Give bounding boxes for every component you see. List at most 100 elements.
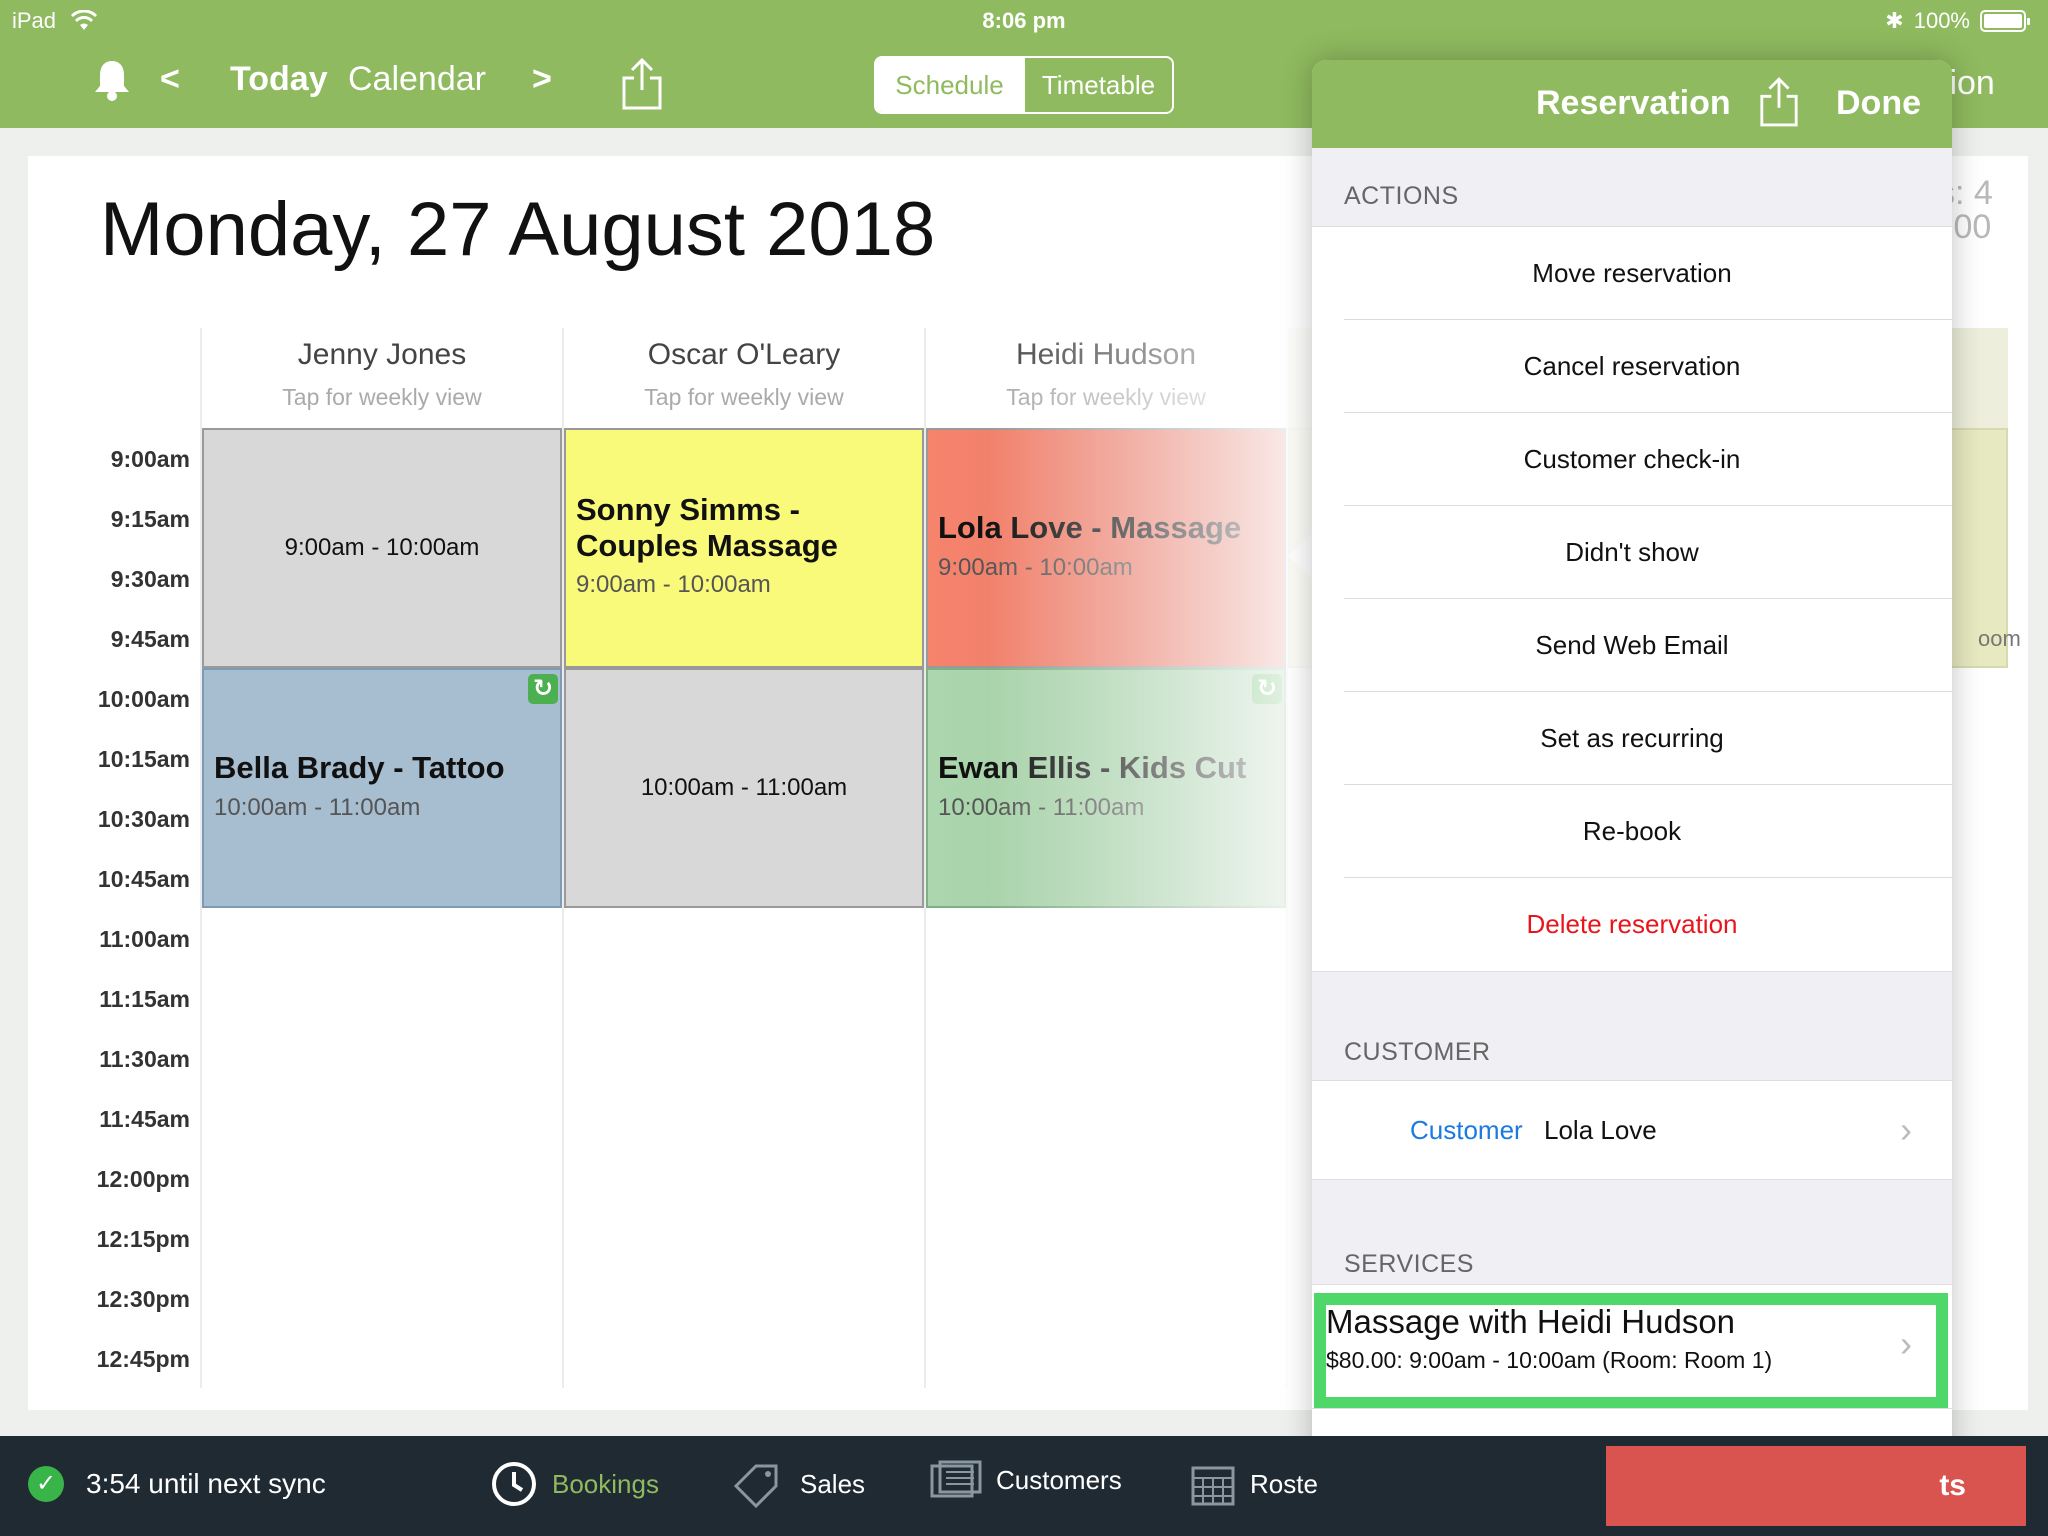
- booking-time: 10:00am - 11:00am: [640, 774, 848, 801]
- service-row[interactable]: Massage with Heidi Hudson $80.00: 9:00am…: [1312, 1284, 1952, 1409]
- staff-name: Heidi Hudson: [1015, 338, 1197, 371]
- reservation-popover: Reservation Done ACTIONS Move reservatio…: [1312, 60, 1952, 1514]
- time-label: 9:30am: [110, 566, 190, 592]
- time-label: 11:15am: [99, 986, 190, 1012]
- popover-title: Reservation: [1536, 84, 1731, 122]
- battery-icon: [1980, 10, 2030, 32]
- today-button[interactable]: Today: [230, 60, 328, 99]
- tab-roster[interactable]: Roste: [1190, 1460, 1318, 1508]
- booking-title: Sonny Simms - Couples Massage: [576, 492, 838, 563]
- time-label: 10:45am: [97, 866, 190, 892]
- tab-label: Customers: [996, 1464, 1122, 1495]
- page-title: Monday, 27 August 2018: [100, 187, 936, 272]
- time-label: 9:45am: [110, 626, 190, 652]
- tab-timetable[interactable]: Timetable: [1023, 58, 1172, 112]
- booking-block-selected[interactable]: Lola Love - Massage 9:00am - 10:00am: [926, 428, 1286, 668]
- view-segmented-control: Schedule Timetable: [874, 56, 1174, 114]
- column-header-oscar[interactable]: Oscar O'Leary Tap for weekly view: [562, 328, 924, 428]
- done-button[interactable]: Done: [1836, 84, 1921, 123]
- calendar-grid-icon: [1191, 1466, 1235, 1506]
- time-label: 12:30pm: [96, 1286, 190, 1312]
- weekly-view-hint: Tap for weekly view: [282, 384, 482, 410]
- tab-bookings[interactable]: Bookings: [490, 1460, 659, 1508]
- status-time: 8:06 pm: [982, 8, 1066, 33]
- time-label: 10:00am: [97, 686, 190, 712]
- recurring-icon: ↻: [1252, 674, 1282, 704]
- cancel-reservation-button[interactable]: Cancel reservation: [1312, 320, 1952, 413]
- service-title: Massage with Heidi Hudson: [1326, 1303, 1736, 1340]
- booking-time: 9:00am - 10:00am: [284, 534, 480, 561]
- booking-title: Ewan Ellis - Kids Cut: [938, 750, 1247, 785]
- weekly-view-hint: Tap for weekly view: [644, 384, 844, 410]
- customer-label: Customer: [1410, 1115, 1523, 1145]
- time-label: 11:30am: [99, 1046, 190, 1072]
- rebook-button[interactable]: Re-book: [1312, 785, 1952, 878]
- bluetooth-icon: ✱: [1885, 8, 1904, 33]
- booking-time: 10:00am - 11:00am: [938, 793, 1145, 821]
- battery-percent: 100%: [1913, 8, 1970, 33]
- check-icon: ✓: [28, 1466, 64, 1502]
- column-header-heidi[interactable]: Heidi Hudson Tap for weekly view: [924, 328, 1286, 428]
- customer-name: Lola Love: [1544, 1115, 1657, 1145]
- chevron-right-icon: ›: [1900, 1323, 1912, 1364]
- tab-label: Bookings: [552, 1468, 659, 1499]
- tab-label: Roste: [1250, 1468, 1318, 1499]
- booking-block[interactable]: Sonny Simms - Couples Massage 9:00am - 1…: [564, 428, 924, 668]
- booking-time: 9:00am - 10:00am: [938, 553, 1133, 581]
- customer-row[interactable]: Customer Lola Love ›: [1312, 1080, 1952, 1180]
- tab-sales[interactable]: Sales: [730, 1460, 865, 1508]
- weekly-view-hint: Tap for weekly view: [1006, 384, 1206, 410]
- time-label: 12:00pm: [96, 1166, 190, 1192]
- booking-block[interactable]: ↻ Ewan Ellis - Kids Cut 10:00am - 11:00a…: [926, 668, 1286, 908]
- room-tag: oom: [1978, 626, 2021, 651]
- clock-icon: [492, 1462, 536, 1506]
- share-icon[interactable]: [1758, 74, 1800, 130]
- prev-day-button[interactable]: <: [160, 60, 180, 99]
- sync-text: 3:54 until next sync: [86, 1468, 326, 1499]
- time-label: 10:30am: [97, 806, 190, 832]
- booking-time: 10:00am - 11:00am: [214, 793, 421, 821]
- address-book-icon: [930, 1460, 982, 1498]
- status-bar: iPad 8:06 pm ✱ 100%: [0, 0, 2048, 40]
- time-label: 9:15am: [110, 506, 190, 532]
- move-reservation-button[interactable]: Move reservation: [1312, 227, 1952, 320]
- bell-icon[interactable]: [92, 58, 132, 102]
- calendar-button[interactable]: Calendar: [348, 60, 486, 99]
- tab-schedule[interactable]: Schedule: [876, 58, 1023, 112]
- time-label: 12:15pm: [96, 1226, 190, 1252]
- staff-name: Jenny Jones: [297, 338, 467, 371]
- sync-status: ✓ 3:54 until next sync: [28, 1466, 326, 1502]
- section-label-customer: CUSTOMER: [1344, 1038, 1491, 1066]
- section-label-actions: ACTIONS: [1344, 182, 1459, 210]
- tab-label: Sales: [800, 1468, 866, 1499]
- bottom-tab-bar: ✓ 3:54 until next sync Bookings Sales Cu…: [0, 1436, 2048, 1536]
- time-label: 11:45am: [99, 1106, 190, 1132]
- section-label-services: SERVICES: [1344, 1250, 1474, 1278]
- booking-block-available[interactable]: 10:00am - 11:00am: [564, 668, 924, 908]
- popover-arrow: [1288, 532, 1314, 580]
- time-label: 10:15am: [97, 746, 190, 772]
- booking-title: Bella Brady - Tattoo: [214, 750, 505, 785]
- popover-header: Reservation Done: [1312, 60, 1952, 148]
- tab-customers[interactable]: Customers: [930, 1460, 1122, 1500]
- delete-reservation-button[interactable]: Delete reservation: [1312, 878, 1952, 971]
- price-tag-icon: [733, 1464, 778, 1508]
- customer-check-in-button[interactable]: Customer check-in: [1312, 413, 1952, 506]
- next-day-button[interactable]: >: [532, 60, 552, 99]
- column-header-jenny[interactable]: Jenny Jones Tap for weekly view: [200, 328, 562, 428]
- send-web-email-button[interactable]: Send Web Email: [1312, 599, 1952, 692]
- staff-name: Oscar O'Leary: [647, 338, 841, 371]
- booking-block[interactable]: ↻ Bella Brady - Tattoo 10:00am - 11:00am: [202, 668, 562, 908]
- actions-list: Move reservation Cancel reservation Cust…: [1312, 226, 1952, 972]
- recurring-icon: ↻: [528, 674, 558, 704]
- booking-title: Lola Love - Massage: [938, 510, 1242, 545]
- share-icon[interactable]: [620, 56, 664, 112]
- booking-time: 9:00am - 10:00am: [576, 571, 771, 599]
- time-label: 11:00am: [99, 926, 190, 952]
- partial-action-button[interactable]: ts: [1606, 1446, 2026, 1526]
- time-label: 9:00am: [110, 446, 190, 472]
- time-label: 12:45pm: [96, 1346, 190, 1372]
- set-recurring-button[interactable]: Set as recurring: [1312, 692, 1952, 785]
- didnt-show-button[interactable]: Didn't show: [1312, 506, 1952, 599]
- booking-block-available[interactable]: 9:00am - 10:00am: [202, 428, 562, 668]
